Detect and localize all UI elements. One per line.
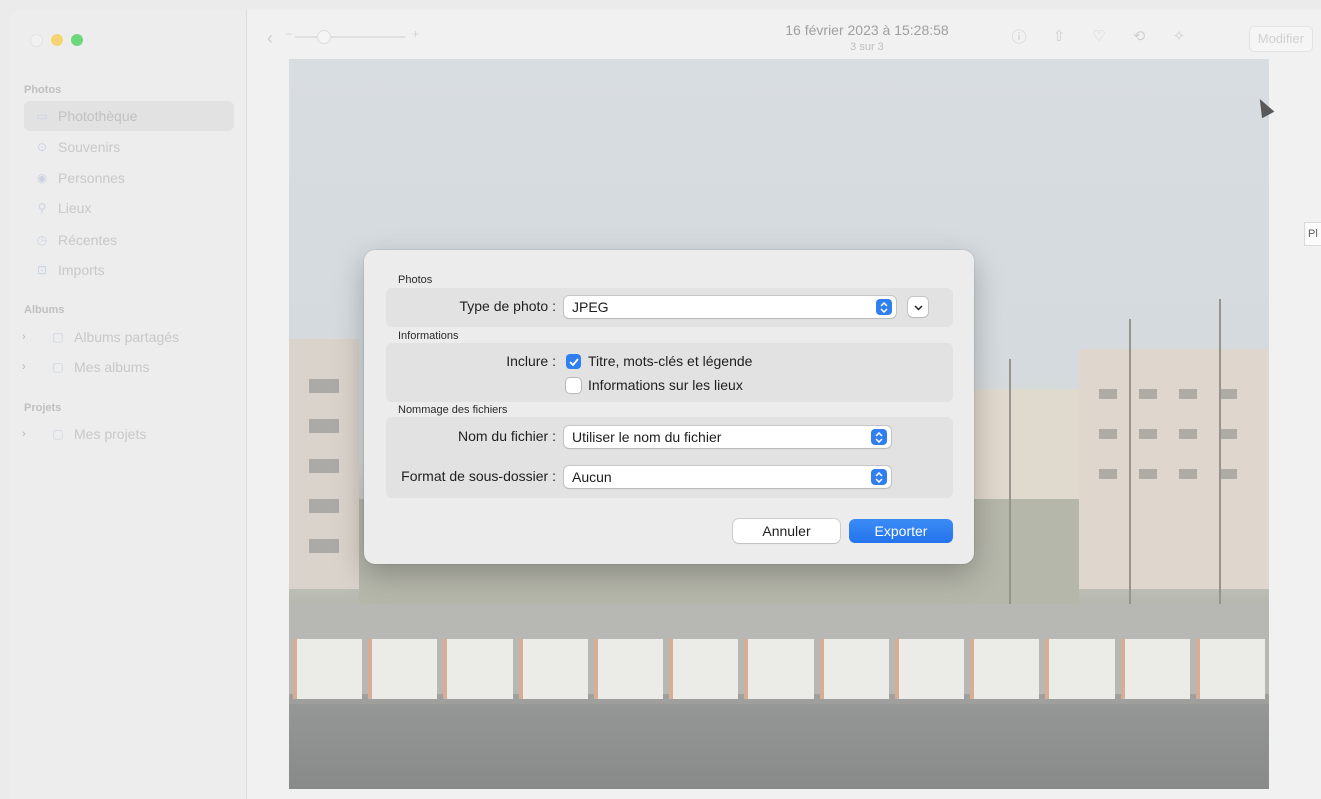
title-keywords-checkbox[interactable] <box>566 354 581 369</box>
section-file-naming-label: Nommage des fichiers <box>398 404 508 416</box>
popup-arrows-icon <box>871 469 887 485</box>
section-photos-label: Photos <box>398 274 433 286</box>
filename-label: Nom du fichier : <box>457 428 556 444</box>
popup-arrows-icon <box>876 299 892 315</box>
popup-arrows-icon <box>871 429 887 445</box>
subfolder-format-value: Aucun <box>572 469 612 485</box>
title-keywords-label[interactable]: Titre, mots-clés et légende <box>588 353 752 369</box>
section-informations-label: Informations <box>398 330 459 342</box>
filename-value: Utiliser le nom du fichier <box>572 429 722 445</box>
filename-popup[interactable]: Utiliser le nom du fichier <box>564 426 891 448</box>
cancel-button[interactable]: Annuler <box>733 519 840 543</box>
informations-group: Inclure : Titre, mots-clés et légende In… <box>386 343 953 402</box>
file-naming-group: Nom du fichier : Utiliser le nom du fich… <box>386 417 953 498</box>
photo-type-label: Type de photo : <box>459 298 556 314</box>
chevron-down-icon <box>913 298 923 316</box>
export-button[interactable]: Exporter <box>849 519 953 543</box>
export-dialog: Photos Type de photo : JPEG Informations… <box>364 250 974 564</box>
disclosure-button[interactable] <box>908 297 928 317</box>
photos-group: Type de photo : JPEG <box>386 288 953 327</box>
checkmark-icon <box>568 357 579 366</box>
subfolder-format-popup[interactable]: Aucun <box>564 466 891 488</box>
location-info-checkbox[interactable] <box>566 378 581 393</box>
include-label: Inclure : <box>506 353 556 369</box>
photo-type-popup[interactable]: JPEG <box>564 296 896 318</box>
location-info-label[interactable]: Informations sur les lieux <box>588 377 743 393</box>
photo-type-value: JPEG <box>572 299 609 315</box>
subfolder-format-label: Format de sous-dossier : <box>401 468 556 484</box>
